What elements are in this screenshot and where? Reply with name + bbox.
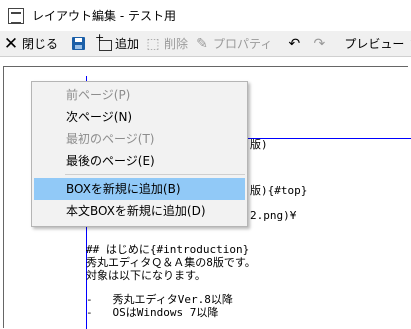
preview-button[interactable]: プレビュー xyxy=(341,33,407,55)
editor-text-line: 版){#top} xyxy=(250,184,308,197)
context-menu: 前ページ(P) 次ページ(N) 最初のページ(T) 最後のページ(E) BOXを… xyxy=(31,81,248,227)
properties-label: プロパティ xyxy=(213,37,273,51)
toolbar: ✕ 閉じる 追加 ⬚ 削除 ✎ プロパティ ↶ ↷ プレビュー 設 xyxy=(0,31,411,56)
editor-text-line: 秀丸エディタＱ＆Ａ集の8版です。 xyxy=(86,256,256,269)
window-title: レイアウト編集 - テスト用 xyxy=(32,9,176,23)
menu-item-prev-page[interactable]: 前ページ(P) xyxy=(34,84,245,106)
undo-icon: ↶ xyxy=(288,35,301,52)
editor-list-item: - OSはWindows 7以降 xyxy=(86,306,219,319)
redo-icon: ↷ xyxy=(313,35,326,52)
close-label: 閉じる xyxy=(22,37,59,51)
settings-button[interactable]: 設 xyxy=(407,33,411,55)
add-label: 追加 xyxy=(115,37,140,51)
menu-item-first-page[interactable]: 最初のページ(T) xyxy=(34,128,245,150)
undo-button[interactable]: ↶ xyxy=(283,33,308,55)
editor-text-line: 2.png)¥ xyxy=(250,209,297,222)
preview-label: プレビュー xyxy=(344,37,405,51)
menu-item-next-page[interactable]: 次ページ(N) xyxy=(34,106,245,128)
title-bar: レイアウト編集 - テスト用 xyxy=(0,0,411,31)
delete-label: 削除 xyxy=(164,37,189,51)
menu-separator xyxy=(65,174,245,175)
editor-text-line: 版) xyxy=(250,138,268,151)
properties-button[interactable]: ✎ プロパティ xyxy=(191,33,275,55)
menu-item-last-page[interactable]: 最後のページ(E) xyxy=(34,150,245,172)
delete-box-icon: ⬚ xyxy=(146,35,160,52)
close-button[interactable]: ✕ 閉じる xyxy=(0,33,61,55)
menu-item-add-box[interactable]: BOXを新規に追加(B) xyxy=(34,178,245,200)
save-button[interactable] xyxy=(69,33,88,55)
editor-text-line: 対象は以下になります。 xyxy=(86,269,206,282)
add-box-icon xyxy=(95,32,113,51)
editor-heading: ## はじめに{#introduction} xyxy=(86,243,250,256)
delete-button[interactable]: ⬚ 削除 xyxy=(142,33,191,55)
menu-item-add-body-box[interactable]: 本文BOXを新規に追加(D) xyxy=(34,200,245,222)
add-button[interactable]: 追加 xyxy=(95,32,142,55)
save-icon xyxy=(72,37,86,50)
editor-list-item: - 秀丸エディタVer.8以降 xyxy=(86,293,233,306)
app-icon xyxy=(8,7,24,24)
redo-button[interactable]: ↷ xyxy=(308,33,333,55)
close-icon: ✕ xyxy=(3,33,19,54)
properties-icon: ✎ xyxy=(196,35,208,52)
